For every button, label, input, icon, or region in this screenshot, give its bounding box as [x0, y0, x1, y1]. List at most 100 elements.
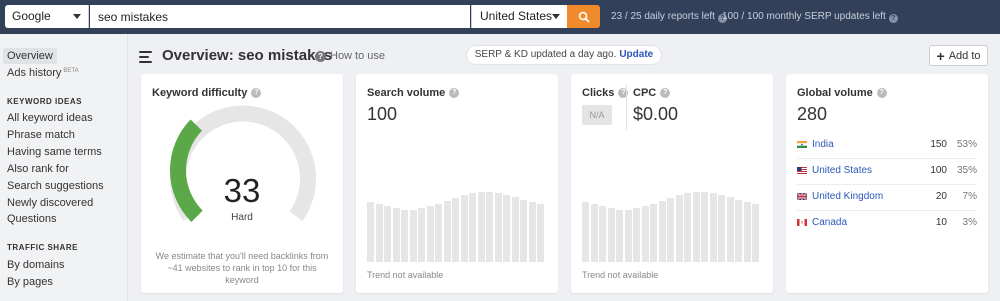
trend-placeholder-bar: [599, 206, 606, 262]
sidebar-item-phrase-match[interactable]: Phrase match: [7, 129, 75, 141]
sidebar: Overview Ads history BETA KEYWORD IDEAS A…: [0, 34, 128, 301]
sidebar-item-by-domains[interactable]: By domains: [7, 259, 64, 271]
search-icon: [578, 11, 589, 22]
global-volume-title: Global volume: [797, 87, 873, 99]
trend-placeholder-bar: [607, 208, 615, 262]
trend-note: Trend not available: [367, 270, 444, 280]
card-title: Clicks ?: [582, 87, 629, 99]
question-icon: ?: [315, 50, 326, 62]
sidebar-item-ads-history[interactable]: Ads history BETA: [7, 67, 79, 79]
sidebar-item-by-pages[interactable]: By pages: [7, 276, 53, 288]
kd-score: 33: [223, 172, 261, 209]
trend-placeholder-bar: [452, 198, 459, 262]
daily-reports-text: 23 / 25 daily reports left: [611, 11, 715, 22]
global-volume-value: 280: [797, 104, 828, 124]
top-bar: Google United States 23 / 25 daily repor…: [0, 0, 1000, 34]
trend-placeholder-bar: [709, 193, 717, 262]
trend-placeholder-bar: [701, 192, 708, 262]
trend-placeholder-bar: [511, 197, 519, 262]
keyword-input[interactable]: [90, 5, 470, 28]
keyword-ideas-heading: KEYWORD IDEAS: [7, 97, 82, 106]
country-select[interactable]: United States: [471, 5, 567, 28]
search-engine-select[interactable]: Google: [5, 5, 89, 28]
kd-level-label: Hard: [231, 212, 253, 223]
country-value: United States: [480, 9, 553, 23]
sidebar-item-all-keyword-ideas[interactable]: All keyword ideas: [7, 112, 93, 124]
clicks-value: N/A: [582, 105, 612, 125]
row-divider: [797, 184, 977, 185]
trend-placeholder-bar: [520, 200, 527, 262]
add-to-button[interactable]: + Add to: [929, 45, 988, 66]
keyword-difficulty-card: Keyword difficulty ? 33 Hard We estimate…: [141, 74, 343, 293]
trend-placeholder-bar: [641, 206, 649, 262]
sidebar-item-search-suggestions[interactable]: Search suggestions: [7, 180, 104, 192]
trend-placeholder-bar: [537, 204, 544, 262]
card-title: Global volume ?: [797, 87, 887, 99]
trend-placeholder-bar: [435, 204, 442, 262]
sidebar-item-questions[interactable]: Questions: [7, 213, 57, 225]
trend-placeholder-bar: [590, 204, 598, 262]
daily-reports-limit: 23 / 25 daily reports left?: [611, 11, 727, 23]
global-volume-row: United Kingdom 20 7%: [797, 191, 977, 205]
trend-placeholder-bar: [384, 206, 391, 262]
country-volume: 150: [930, 139, 947, 150]
trend-placeholder-bar: [418, 208, 425, 262]
card-title: CPC ?: [633, 87, 671, 99]
how-to-use-label: How to use: [330, 50, 386, 62]
global-volume-row: United States 100 35%: [797, 165, 977, 179]
trend-placeholder-bar: [392, 208, 400, 262]
row-divider: [797, 210, 977, 211]
trend-placeholder-bar: [582, 202, 589, 262]
chevron-down-icon: [73, 14, 81, 19]
search-button[interactable]: [567, 5, 600, 28]
india-flag-icon: [797, 141, 807, 148]
trend-placeholder-bar: [675, 195, 683, 262]
country-link[interactable]: India: [812, 139, 834, 150]
divider: [626, 84, 627, 130]
trend-placeholder-bar: [401, 210, 408, 262]
info-icon[interactable]: ?: [888, 14, 898, 23]
question-icon[interactable]: ?: [660, 88, 671, 98]
menu-icon[interactable]: [139, 51, 152, 66]
country-share: 3%: [962, 217, 977, 228]
cpc-title: CPC: [633, 87, 657, 99]
plus-icon: +: [936, 47, 945, 64]
trend-placeholder-bar: [735, 200, 742, 262]
card-title: Search volume ?: [367, 87, 460, 99]
serp-updates-text: 100 / 100 monthly SERP updates left: [722, 11, 886, 22]
trend-placeholder-bar: [443, 201, 451, 262]
country-link[interactable]: United States: [812, 165, 872, 176]
how-to-use-link[interactable]: ? How to use: [315, 50, 385, 62]
country-link[interactable]: United Kingdom: [812, 191, 883, 202]
trend-placeholder-bar: [426, 206, 434, 262]
trend-placeholder-bar: [528, 202, 536, 262]
global-volume-card: Global volume ? 280 India 150 53% United…: [786, 74, 988, 293]
trend-placeholder-bar: [486, 192, 493, 262]
trend-placeholder-bar: [718, 195, 725, 262]
sidebar-item-also-rank-for[interactable]: Also rank for: [7, 163, 69, 175]
chevron-down-icon: [552, 14, 560, 19]
country-volume: 10: [935, 217, 947, 228]
question-icon[interactable]: ?: [876, 88, 887, 98]
trend-placeholder-bar: [650, 204, 657, 262]
trend-placeholder-bar: [460, 195, 468, 262]
trend-placeholder-bar: [616, 210, 623, 262]
add-to-label: Add to: [948, 49, 981, 62]
update-notice-text: SERP & KD updated a day ago.: [474, 49, 617, 60]
sidebar-item-having-same-terms[interactable]: Having same terms: [7, 146, 102, 158]
sidebar-item-overview[interactable]: Overview: [3, 48, 57, 64]
question-icon[interactable]: ?: [449, 88, 460, 98]
trend-placeholder-bar: [633, 208, 640, 262]
clicks-title: Clicks: [582, 87, 615, 99]
search-volume-title: Search volume: [367, 87, 446, 99]
traffic-share-heading: TRAFFIC SHARE: [7, 243, 78, 252]
trend-placeholder-bar: [752, 204, 759, 262]
country-volume: 20: [935, 191, 947, 202]
beta-badge: BETA: [63, 68, 79, 74]
sidebar-item-label: Ads history: [7, 67, 62, 79]
update-link[interactable]: Update: [619, 49, 653, 60]
cpc-value: $0.00: [633, 104, 679, 124]
country-share: 35%: [956, 165, 977, 176]
sidebar-item-newly-discovered[interactable]: Newly discovered: [7, 197, 93, 209]
country-link[interactable]: Canada: [812, 217, 847, 228]
